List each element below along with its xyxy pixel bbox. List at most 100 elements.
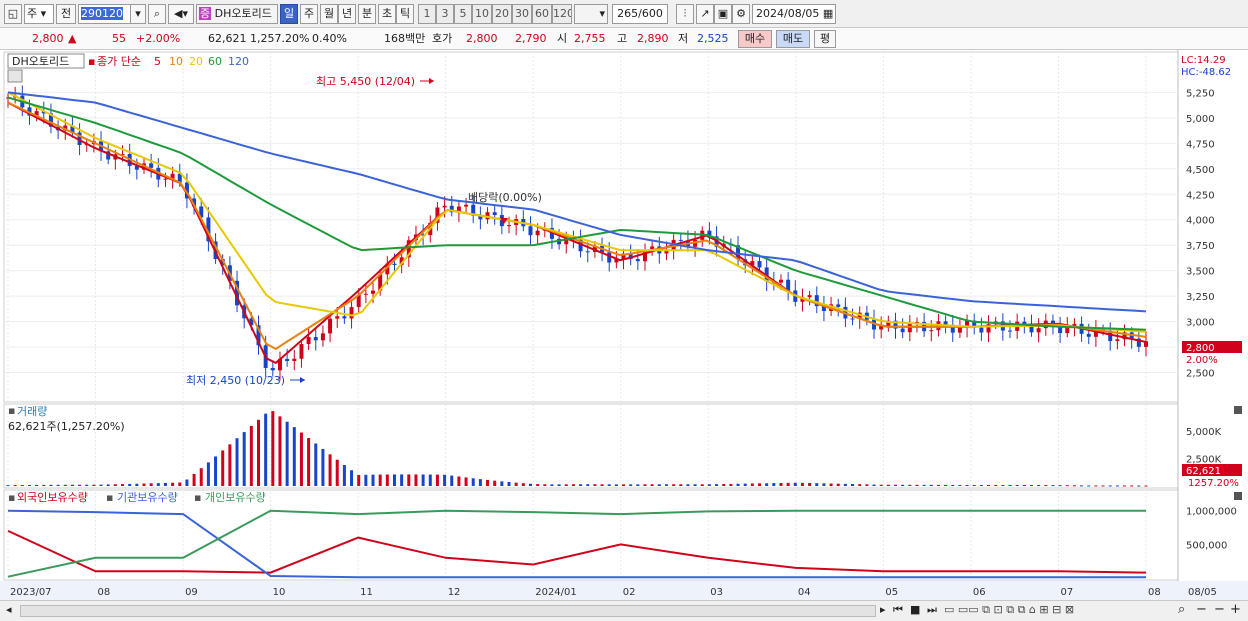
volume-bar — [571, 484, 575, 486]
tab-tick[interactable]: 틱 — [396, 4, 414, 24]
legend-ma-5[interactable]: 5 — [154, 55, 161, 68]
volume-bar — [743, 483, 747, 486]
dividend-annotation: 배당락(0.00%) — [468, 191, 542, 204]
chart-area[interactable]: 5,250 5,000 4,750 4,500 4,250 4,000 3,750 3,500… — [0, 50, 1248, 600]
volume-bar — [414, 474, 418, 486]
window-icon[interactable]: ◱ — [4, 4, 22, 24]
prev-button[interactable]: 전 — [56, 4, 76, 24]
candle-body — [392, 263, 397, 265]
volume-bar — [1058, 485, 1062, 487]
x-tick-label: 08 — [1148, 587, 1161, 598]
interval-30[interactable]: 30 — [512, 4, 532, 24]
count-field[interactable]: 265/600 — [612, 4, 668, 24]
volume-bar — [636, 484, 640, 486]
save-icon[interactable]: ▣ — [714, 4, 732, 24]
gear-icon[interactable]: ⚙ — [732, 4, 750, 24]
scroll-track[interactable] — [20, 605, 876, 617]
zoom-out-line-icon[interactable]: − — [1214, 602, 1225, 617]
interval-1[interactable]: 1 — [418, 4, 436, 24]
volume-bar — [1101, 485, 1105, 487]
rewind-icon[interactable]: ⏮ — [893, 603, 903, 617]
candle-body — [149, 163, 154, 168]
candle-body — [900, 328, 905, 333]
volume-bar — [564, 484, 568, 486]
volume-bar — [858, 484, 862, 486]
volume-bar — [901, 484, 905, 486]
holdings-close-icon[interactable] — [1234, 492, 1242, 500]
candle-body — [342, 316, 347, 319]
volume-bar — [457, 476, 461, 486]
tab-day[interactable]: 일 — [280, 4, 298, 24]
tab-week[interactable]: 주 — [300, 4, 318, 24]
zoom-icon[interactable]: ⌕ — [1178, 602, 1185, 617]
calendar-icon[interactable]: ▦ — [823, 7, 833, 20]
volume-bar — [1065, 485, 1069, 487]
volume-bar — [428, 474, 432, 486]
interval-5[interactable]: 5 — [454, 4, 472, 24]
eval-button[interactable]: 평 — [814, 30, 836, 48]
trend-tool-icon[interactable]: ↗ — [696, 4, 714, 24]
scroll-right-icon[interactable]: ▸ — [880, 603, 886, 616]
volume-bar — [106, 484, 110, 486]
interval-20[interactable]: 20 — [492, 4, 512, 24]
scroll-left-icon[interactable]: ◂ — [6, 603, 12, 616]
volume-title[interactable]: 거래량 — [17, 405, 47, 418]
legend-individual[interactable]: 개인보유수량 — [205, 491, 266, 504]
search-icon[interactable]: ⌕ — [148, 4, 166, 24]
lc-label: LC:14.29 — [1181, 55, 1226, 66]
tab-minute[interactable]: 분 — [358, 4, 376, 24]
interval-120[interactable]: 120 — [552, 4, 572, 24]
candle-body — [535, 230, 540, 236]
volume-bar — [1015, 484, 1019, 486]
forward-icon[interactable]: ⏭ — [927, 603, 937, 617]
interval-10[interactable]: 10 — [472, 4, 492, 24]
stop-icon[interactable]: ■ — [910, 603, 920, 616]
volume-bar — [700, 484, 704, 486]
date-field[interactable]: 2024/08/05 ▦ — [752, 4, 836, 24]
volume-bar — [113, 484, 117, 486]
period-unit-label: 주 — [27, 7, 38, 20]
view-tools-icon[interactable]: ▭ ▭▭ ⧉ ⊡ ⧉ ⧉ ⌂ ⊞ ⊟ ⊠ — [944, 603, 1074, 617]
volume-bar — [965, 484, 969, 486]
volume-tick-label: 5,000K — [1186, 427, 1222, 438]
legend-institution[interactable]: 기관보유수량 — [117, 491, 178, 504]
current-price: 2,800 — [32, 32, 64, 45]
volume-bar — [879, 484, 883, 486]
legend-ma-120[interactable]: 120 — [228, 55, 249, 68]
tab-year[interactable]: 년 — [338, 4, 356, 24]
volume-bar — [958, 484, 962, 486]
zoom-out-icon[interactable]: − — [1196, 602, 1207, 617]
speaker-icon[interactable]: ◀▾ — [168, 4, 194, 24]
interval-60[interactable]: 60 — [532, 4, 552, 24]
x-tick-label: 06 — [973, 587, 986, 598]
custom-interval-select[interactable]: ▾ — [574, 4, 608, 24]
volume-bar — [171, 482, 175, 486]
candle-body — [850, 318, 855, 320]
period-unit-select[interactable]: 주 ▾ — [24, 4, 54, 24]
volume-bar — [378, 474, 382, 486]
legend-ma-10[interactable]: 10 — [169, 55, 183, 68]
volume-bar — [178, 482, 182, 486]
candle-tool-icon[interactable]: ⫶ — [676, 4, 694, 24]
chevron-down-icon[interactable]: ▾ — [130, 4, 146, 24]
grid-settings-icon[interactable] — [7, 69, 23, 83]
buy-button[interactable]: 매수 — [738, 30, 772, 48]
legend-indicator[interactable]: 종가 단순 — [97, 55, 141, 68]
volume-bar — [786, 482, 790, 486]
volume-close-icon[interactable] — [1234, 406, 1242, 414]
volume-bar — [278, 416, 282, 486]
tab-second[interactable]: 초 — [378, 4, 396, 24]
x-tick-label: 09 — [185, 587, 198, 598]
sell-button[interactable]: 매도 — [776, 30, 810, 48]
volume-bar — [629, 484, 633, 486]
legend-ma-20[interactable]: 20 — [189, 55, 203, 68]
legend-foreign[interactable]: 외국인보유수량 — [17, 491, 88, 504]
legend-ma-60[interactable]: 60 — [208, 55, 222, 68]
interval-3[interactable]: 3 — [436, 4, 454, 24]
zoom-in-icon[interactable]: + — [1230, 602, 1241, 617]
chart-scrollbar[interactable]: ◂ ▸ ⏮ ■ ⏭ ▭ ▭▭ ⧉ ⊡ ⧉ ⧉ ⌂ ⊞ ⊟ ⊠ ⌕ − − + — [0, 600, 1248, 621]
volume-bar — [49, 484, 53, 486]
tab-month[interactable]: 월 — [320, 4, 338, 24]
volume-bar — [815, 483, 819, 486]
volume-bar — [335, 459, 339, 486]
